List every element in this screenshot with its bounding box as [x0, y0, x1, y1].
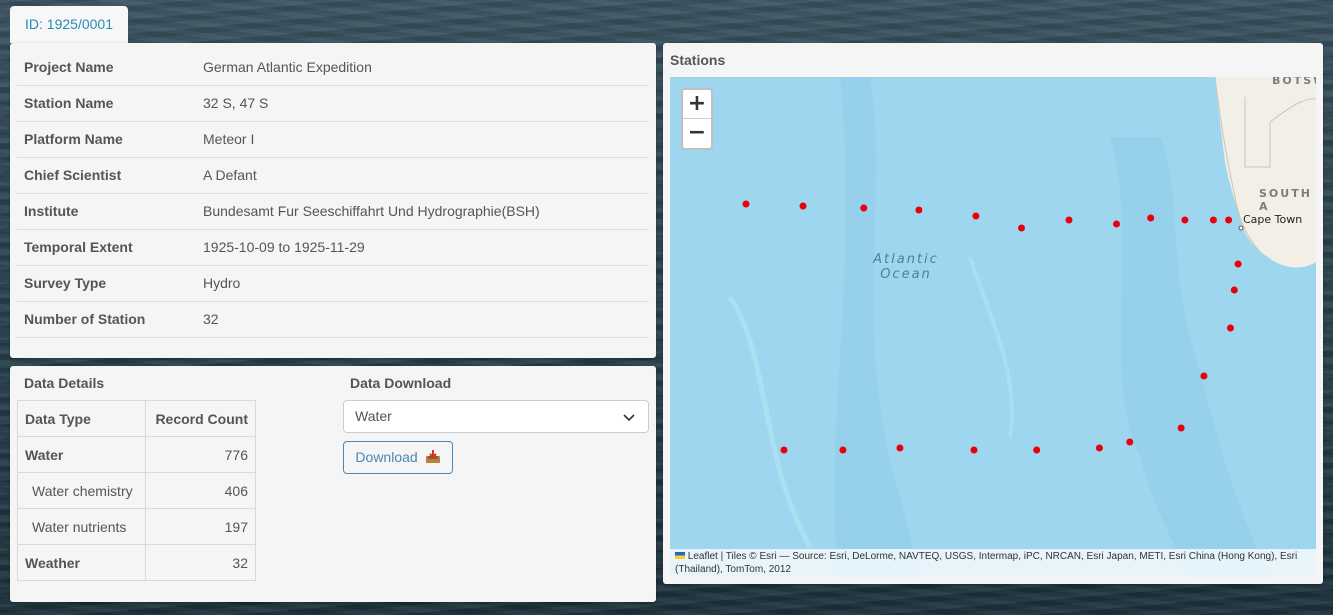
metadata-value: German Atlantic Expedition	[196, 49, 649, 86]
table-row: Water 776	[17, 436, 256, 473]
download-button-label: Download	[355, 449, 418, 465]
station-marker[interactable]	[1225, 216, 1233, 224]
city-label-cape-town: Cape Town	[1243, 213, 1303, 226]
data-details-panel: Data Details Data Type Record Count Wate…	[10, 366, 656, 602]
station-marker[interactable]	[970, 446, 978, 454]
ocean-label: Atlantic Ocean	[866, 252, 946, 282]
stations-map[interactable]: Atlantic Ocean BOTSW SOUTH A Cape Town +…	[670, 77, 1316, 577]
station-marker[interactable]	[1177, 424, 1185, 432]
station-marker[interactable]	[742, 200, 750, 208]
station-marker[interactable]	[1147, 214, 1155, 222]
record-id-tab[interactable]: ID: 1925/0001	[10, 6, 128, 43]
station-marker[interactable]	[915, 206, 923, 214]
station-marker[interactable]	[1095, 444, 1103, 452]
station-marker[interactable]	[1234, 260, 1242, 268]
record-count-cell: 197	[145, 508, 256, 545]
country-label-south-africa: SOUTH A	[1259, 187, 1312, 213]
ocean-label-line2: Ocean	[880, 267, 932, 282]
zoom-in-button[interactable]: +	[683, 90, 711, 119]
column-header-record-count: Record Count	[145, 400, 256, 437]
station-marker[interactable]	[780, 446, 788, 454]
station-marker[interactable]	[799, 202, 807, 210]
data-type-cell: Weather	[17, 544, 146, 581]
station-marker[interactable]	[860, 204, 868, 212]
station-marker[interactable]	[1200, 372, 1208, 380]
table-row: Water nutrients 197	[17, 508, 256, 545]
table-row: Weather 32	[17, 544, 256, 581]
station-marker[interactable]	[1227, 324, 1234, 332]
data-details-table: Data Type Record Count Water 776 Water che…	[17, 400, 256, 581]
ukraine-flag-icon	[675, 552, 685, 559]
metadata-row: Survey Type Hydro	[17, 265, 649, 302]
attribution-text[interactable]: Leaflet | Tiles © Esri — Source: Esri, D…	[675, 551, 1297, 575]
metadata-row: Number of Station 32	[17, 301, 649, 338]
metadata-value: 32 S, 47 S	[196, 85, 649, 122]
data-download-title: Data Download	[350, 375, 452, 391]
record-count-cell: 776	[145, 436, 256, 473]
station-marker[interactable]	[1230, 286, 1238, 294]
station-marker[interactable]	[1126, 438, 1134, 446]
station-marker[interactable]	[1181, 216, 1189, 224]
ocean-label-line1: Atlantic	[873, 252, 939, 267]
zoom-control: + −	[681, 88, 713, 150]
station-marker[interactable]	[896, 444, 904, 452]
record-count-cell: 32	[145, 544, 256, 581]
metadata-row: Temporal Extent 1925-10-09 to 1925-11-29	[17, 229, 649, 266]
metadata-row: Project Name German Atlantic Expedition	[17, 49, 649, 86]
station-marker[interactable]	[839, 446, 847, 454]
zoom-out-button[interactable]: −	[683, 119, 711, 148]
map-attribution: Leaflet | Tiles © Esri — Source: Esri, D…	[670, 549, 1316, 577]
station-markers	[742, 200, 1242, 454]
table-row: Water chemistry 406	[17, 472, 256, 509]
data-type-cell: Water chemistry	[17, 472, 146, 509]
metadata-value: A Defant	[196, 157, 649, 194]
metadata-label: Project Name	[17, 49, 196, 86]
stations-panel: Stations Atlantic Ocean BOTSW SOUTH A Ca…	[663, 43, 1323, 584]
metadata-value: Meteor I	[196, 121, 649, 158]
data-details-title: Data Details	[24, 375, 105, 391]
station-marker[interactable]	[972, 212, 980, 220]
table-header-row: Data Type Record Count	[17, 400, 256, 437]
station-marker[interactable]	[1033, 446, 1041, 454]
stations-title: Stations	[670, 52, 726, 68]
metadata-row: Station Name 32 S, 47 S	[17, 85, 649, 122]
country-label-botswana: BOTSW	[1272, 77, 1316, 87]
station-marker[interactable]	[1065, 216, 1073, 224]
metadata-row: Institute Bundesamt Fur Seeschiffahrt Und…	[17, 193, 649, 230]
metadata-table: Project Name German Atlantic Expedition St…	[17, 49, 649, 338]
metadata-row: Platform Name Meteor I	[17, 121, 649, 158]
metadata-value: Hydro	[196, 265, 649, 302]
metadata-label: Chief Scientist	[17, 157, 196, 194]
metadata-label: Station Name	[17, 85, 196, 122]
data-type-selected-value: Water	[355, 408, 392, 424]
station-marker[interactable]	[1018, 224, 1025, 232]
download-button[interactable]: Download	[343, 441, 453, 474]
metadata-label: Platform Name	[17, 121, 196, 158]
data-type-select[interactable]: Water	[343, 400, 649, 433]
metadata-value: 1925-10-09 to 1925-11-29	[196, 229, 649, 266]
metadata-label: Survey Type	[17, 265, 196, 302]
metadata-value: 32	[196, 301, 649, 338]
column-header-data-type: Data Type	[17, 400, 146, 437]
metadata-value: Bundesamt Fur Seeschiffahrt Und Hydrogra…	[196, 193, 649, 230]
data-type-cell: Water	[17, 436, 146, 473]
station-marker[interactable]	[1209, 216, 1217, 224]
metadata-panel: Project Name German Atlantic Expedition St…	[10, 43, 656, 358]
station-marker[interactable]	[1113, 220, 1120, 228]
inbox-tray-icon	[425, 450, 440, 463]
data-type-cell: Water nutrients	[17, 508, 146, 545]
chevron-down-icon	[623, 414, 635, 422]
metadata-label: Temporal Extent	[17, 229, 196, 266]
record-count-cell: 406	[145, 472, 256, 509]
metadata-label: Number of Station	[17, 301, 196, 338]
metadata-label: Institute	[17, 193, 196, 230]
metadata-row: Chief Scientist A Defant	[17, 157, 649, 194]
